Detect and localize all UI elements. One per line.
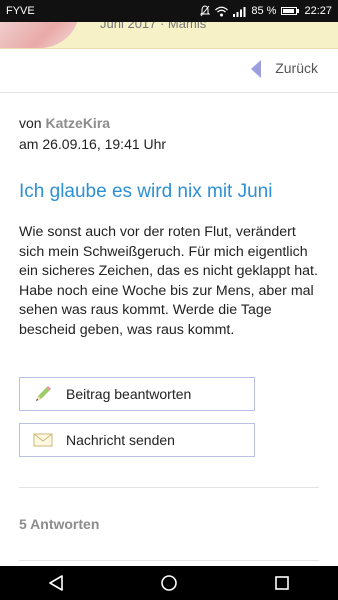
header-banner[interactable]: Juni 2017 · Mamis <box>0 22 338 49</box>
status-bar: FYVE 85 % 22:27 <box>0 0 338 22</box>
home-circle-icon[interactable] <box>139 566 199 600</box>
battery-percent: 85 % <box>251 5 277 17</box>
send-message-label: Nachricht senden <box>66 432 175 448</box>
post-meta: von KatzeKira am 26.09.16, 19:41 Uhr <box>19 113 166 155</box>
wifi-icon <box>215 6 229 17</box>
android-nav-bar <box>0 566 338 600</box>
post-date: am 26.09.16, 19:41 Uhr <box>19 136 167 152</box>
author-name[interactable]: KatzeKira <box>45 115 110 131</box>
envelope-icon <box>20 432 66 448</box>
post-title: Ich glaube es wird nix mit Juni <box>19 181 273 202</box>
reply-label: Beitrag beantworten <box>66 386 192 402</box>
reply-button[interactable]: Beitrag beantworten <box>19 377 255 411</box>
back-triangle-icon[interactable] <box>26 566 86 600</box>
battery-icon <box>281 7 300 15</box>
author-prefix: von <box>19 115 42 131</box>
back-nav: Zurück <box>0 52 338 88</box>
banner-image <box>0 22 80 48</box>
status-icons: 85 % 22:27 <box>200 5 332 17</box>
divider <box>19 560 319 561</box>
send-message-button[interactable]: Nachricht senden <box>19 423 255 457</box>
divider <box>19 487 319 488</box>
back-link[interactable]: Zurück <box>275 60 318 76</box>
mute-icon <box>200 5 211 17</box>
answers-count[interactable]: 5 Antworten <box>19 516 99 532</box>
carrier-label: FYVE <box>6 5 35 17</box>
pencil-icon <box>20 384 66 404</box>
banner-text: Juni 2017 · Mamis <box>100 22 207 31</box>
clock: 22:27 <box>304 5 332 17</box>
post-body: Wie sonst auch vor der roten Flut, verän… <box>19 224 318 338</box>
recents-square-icon[interactable] <box>252 566 312 600</box>
back-arrow-icon[interactable] <box>250 60 262 83</box>
divider <box>0 92 338 93</box>
signal-icon <box>233 6 246 17</box>
